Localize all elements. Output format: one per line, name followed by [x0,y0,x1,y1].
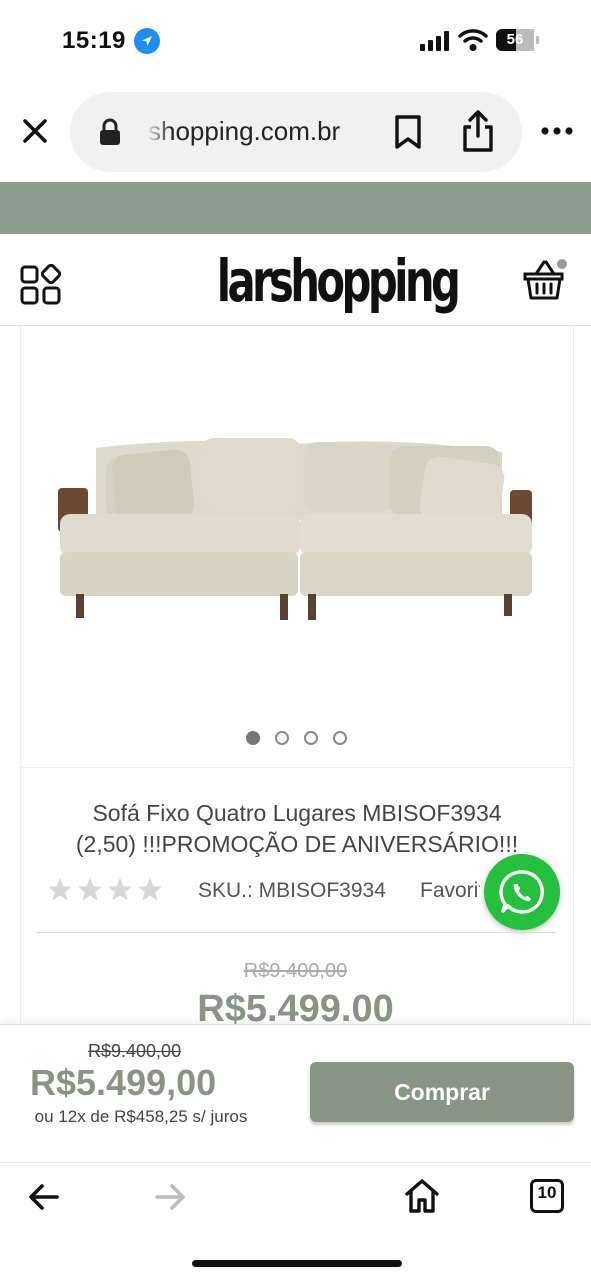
status-time: 15:19 [62,27,126,54]
whatsapp-icon [499,870,544,914]
gallery-dot-1[interactable] [246,731,260,745]
star-4 [138,878,162,901]
star-3 [108,878,132,901]
star-1 [48,878,72,901]
menu-grid-icon[interactable] [20,264,62,306]
back-icon[interactable] [28,1182,60,1212]
buy-bar-old-price: R$9.400,00 [88,1041,182,1061]
rating-stars [48,878,162,901]
logo-text: larshopping [216,247,461,315]
product-title-line1: Sofá Fixo Quatro Lugares MBISOF3934 [92,800,502,826]
url-text[interactable]: shopping.com.br [148,116,376,147]
star-2 [78,878,102,901]
product-sku: SKU.: MBISOF3934 [198,879,386,902]
signal-icon [420,31,449,51]
home-icon[interactable] [404,1178,440,1214]
favorite-link[interactable]: Favoritar [420,879,480,903]
product-title: Sofá Fixo Quatro Lugares MBISOF3934 (2,5… [40,798,554,860]
cart-icon[interactable] [522,256,568,302]
info-divider [36,932,556,933]
installments-text: ou 12x de R$458,25 s/ juros [34,1107,248,1126]
gallery-dot-3[interactable] [304,731,318,745]
lock-icon [100,118,120,145]
product-image[interactable] [56,428,536,624]
forward-icon [155,1184,185,1210]
promo-band [0,182,591,234]
gallery-dot-2[interactable] [275,731,289,745]
url-fade [146,110,172,154]
gallery-dot-4[interactable] [333,731,347,745]
more-icon[interactable] [540,124,574,138]
buy-button[interactable]: Comprar [310,1062,574,1122]
bookmark-icon[interactable] [392,114,424,150]
old-price: R$9.400,00 [243,960,348,982]
location-icon [134,28,160,54]
product-title-line2: (2,50) !!!PROMOÇÃO DE ANIVERSÁRIO!!! [75,831,519,857]
home-indicator [192,1260,402,1267]
share-icon[interactable] [460,108,496,154]
close-icon[interactable] [18,114,52,148]
buy-bar-price: R$5.499,00 [30,1062,217,1103]
tabs-count[interactable]: 10 [530,1179,564,1213]
status-bar: 15:19 56 [0,0,591,84]
gallery-dots[interactable] [246,731,356,747]
battery-level: 56 [506,31,524,48]
wifi-icon [458,29,488,51]
site-logo[interactable]: larshopping [170,238,461,324]
whatsapp-button[interactable] [484,854,560,930]
current-price: R$5.499.00 [197,988,394,1024]
